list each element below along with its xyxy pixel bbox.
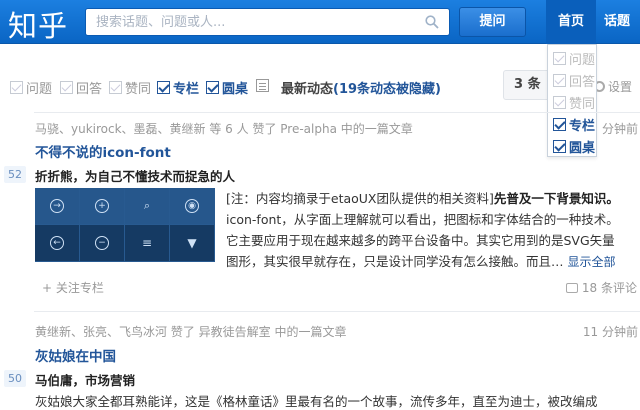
arrow-right-icon: → (35, 188, 80, 225)
new-items-count[interactable]: 3 条 (503, 70, 553, 100)
dropdown-item-roundtable[interactable]: 圆桌 (553, 137, 595, 156)
filter-roundtable[interactable]: 圆桌 (206, 78, 248, 97)
filter-upvotes[interactable]: 赞同 (109, 78, 151, 97)
search-icon[interactable] (425, 15, 439, 29)
zhihu-logo[interactable]: 知乎 (8, 3, 68, 45)
nav-topics[interactable]: 话题 (604, 0, 630, 44)
filter-answers[interactable]: 回答 (60, 78, 102, 97)
feed-item-author[interactable]: 折折熊，为自己不懂技术而捉急的人 (35, 166, 235, 185)
feed-item-time: 11 分钟前 (582, 325, 638, 339)
globe-icon: ◉ (170, 188, 215, 225)
dropdown-item-answers[interactable]: 回答 (553, 71, 595, 90)
minus-icon: − (80, 225, 125, 262)
search-box[interactable] (85, 8, 450, 36)
dropdown-item-columns[interactable]: 专栏 (553, 115, 595, 134)
article-thumbnail[interactable]: → + ⌕ ◉ ← − ≡ ▼ (35, 188, 215, 262)
feed-item-author[interactable]: 马伯庸，市场营销 (35, 370, 135, 389)
feed-item-excerpt[interactable]: 灰姑娘大家全都耳熟能详，这是《格林童话》里最有名的一个故事，流传多年，直至为迪士… (35, 391, 635, 410)
checkbox-icon[interactable] (553, 74, 566, 87)
feed-item-excerpt[interactable]: [注：内容均摘录于etaoUX团队提供的相关资料]先普及一下背景知识。 icon… (226, 188, 638, 273)
hidden-count-note[interactable]: (19条动态被隐藏) (333, 82, 441, 97)
arrow-left-icon: ← (35, 225, 80, 262)
dropdown-item-questions[interactable]: 问题 (553, 49, 595, 68)
plus-icon: + (80, 188, 125, 225)
checkbox-checked-icon[interactable] (553, 118, 566, 131)
feed-item-meta: 马骁、yukirock、墨磊、黄继新 等 6 人 赞了 Pre-alpha 中的… (35, 122, 413, 136)
checkbox-checked-icon[interactable] (553, 140, 566, 153)
menu-icon: ≡ (125, 225, 170, 262)
magnify-icon: ⌕ (125, 188, 170, 225)
filter-dropdown-menu: 问题 回答 赞同 专栏 圆桌 (547, 44, 597, 157)
feed-item-meta: 黄继新、张亮、飞鸟冰河 赞了 异教徒告解室 中的一篇文章 (35, 325, 347, 339)
caret-down-icon: ▼ (170, 225, 215, 262)
feed-filter-bar: 问题 回答 赞同 专栏 圆桌 最新动态(19条动态被隐藏) 3 条 设置 (0, 66, 640, 108)
vote-count[interactable]: 50 (4, 370, 26, 387)
checkbox-checked-icon[interactable] (157, 81, 170, 94)
vote-count[interactable]: 52 (4, 166, 26, 183)
nav-home[interactable]: 首页 (546, 0, 596, 44)
filter-columns[interactable]: 专栏 (157, 78, 199, 97)
checkbox-icon[interactable] (553, 96, 566, 109)
settings-link[interactable]: 设置 (594, 78, 632, 95)
divider (34, 311, 640, 312)
latest-activity-heading: 最新动态(19条动态被隐藏) (281, 82, 441, 97)
follow-column-button[interactable]: + 关注专栏 (42, 279, 104, 296)
dropdown-item-upvotes[interactable]: 赞同 (553, 93, 595, 112)
list-view-icon[interactable] (256, 79, 269, 92)
checkbox-icon[interactable] (10, 81, 23, 94)
checkbox-icon[interactable] (60, 81, 73, 94)
comment-icon (565, 282, 578, 293)
top-navigation-bar: 知乎 提问 首页 话题 (0, 0, 640, 44)
checkbox-checked-icon[interactable] (206, 81, 219, 94)
divider (34, 112, 640, 113)
comments-link[interactable]: 18 条评论 (565, 279, 637, 296)
checkbox-icon[interactable] (109, 81, 122, 94)
ask-question-button[interactable]: 提问 (459, 7, 526, 37)
feed-item-time: 分钟前 (601, 122, 638, 136)
checkbox-icon[interactable] (553, 52, 566, 65)
show-all-link[interactable]: 显示全部 (568, 255, 616, 269)
search-input[interactable] (96, 9, 416, 35)
feed-item-title[interactable]: 不得不说的icon-font (35, 141, 171, 161)
feed-item-title[interactable]: 灰姑娘在中国 (35, 345, 116, 365)
filter-questions[interactable]: 问题 (10, 78, 52, 97)
